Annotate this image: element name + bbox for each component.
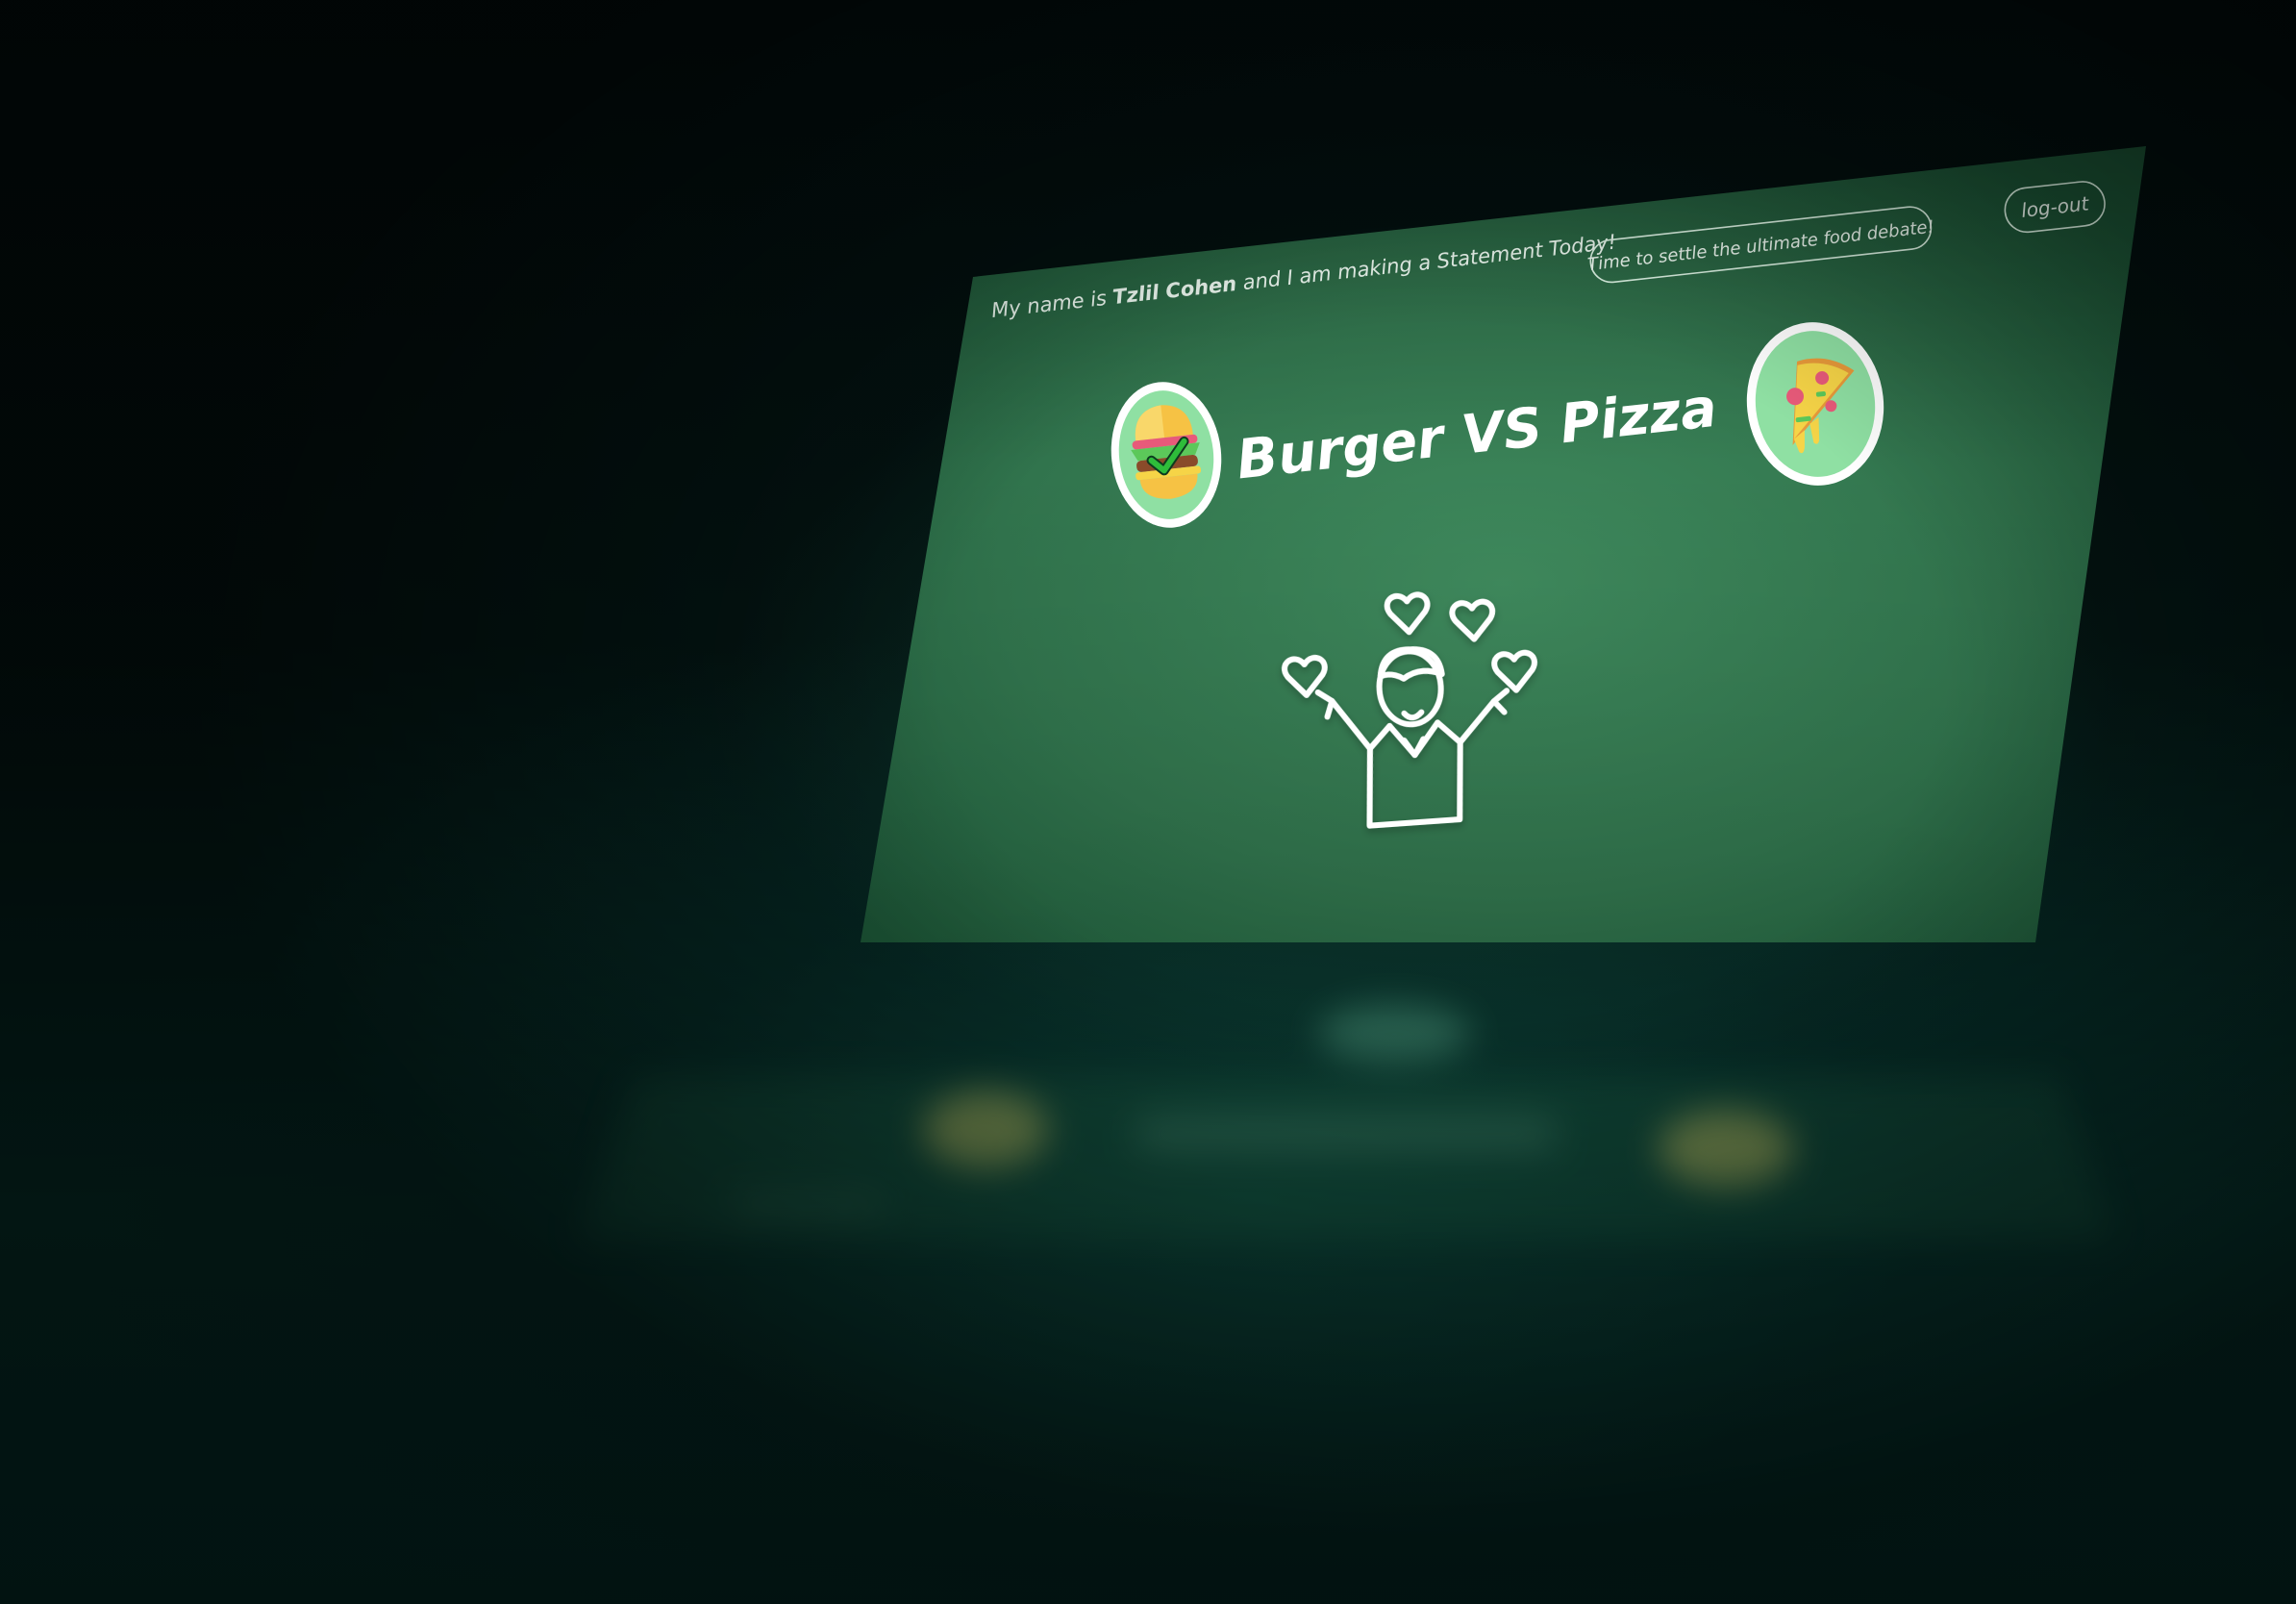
scene-background: My name is Tzlil Cohen and I am making a… [0, 0, 2296, 1604]
app-screen: My name is Tzlil Cohen and I am making a… [861, 146, 2146, 942]
